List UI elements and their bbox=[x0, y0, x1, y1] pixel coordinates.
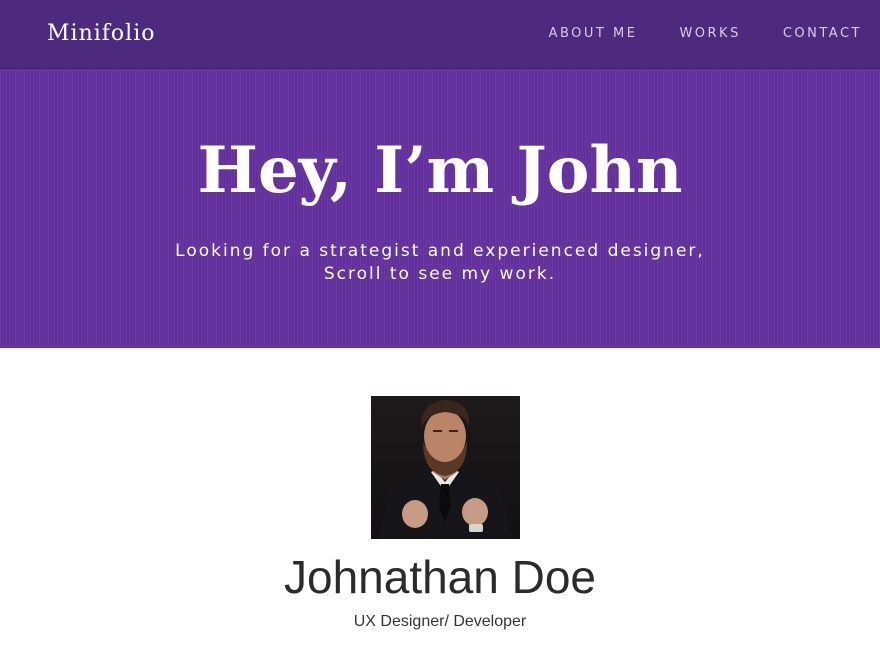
top-navbar: Minifolio ABOUT ME WORKS CONTACT bbox=[0, 0, 880, 69]
profile-section: Johnathan Doe UX Designer/ Developer bbox=[0, 348, 880, 660]
profile-name: Johnathan Doe bbox=[283, 551, 597, 603]
hero-banner: Hey, I’m John Looking for a strategist a… bbox=[0, 69, 880, 348]
nav-link-works[interactable]: WORKS bbox=[679, 26, 740, 41]
brand-logo[interactable]: Minifolio bbox=[47, 21, 155, 46]
hero-subtitle-line-2: Scroll to see my work. bbox=[323, 264, 557, 284]
portrait-illustration bbox=[371, 396, 520, 539]
nav-link-contact[interactable]: CONTACT bbox=[783, 26, 862, 41]
hero-subtitle-line-1: Looking for a strategist and experienced… bbox=[175, 241, 705, 261]
hero-subtitle: Looking for a strategist and experienced… bbox=[0, 240, 880, 286]
nav-links: ABOUT ME WORKS CONTACT bbox=[507, 26, 862, 41]
profile-role: UX Designer/ Developer bbox=[353, 613, 527, 630]
profile-photo bbox=[371, 396, 520, 539]
hero-title: Hey, I’m John bbox=[197, 133, 683, 208]
nav-link-about-me[interactable]: ABOUT ME bbox=[549, 26, 638, 41]
